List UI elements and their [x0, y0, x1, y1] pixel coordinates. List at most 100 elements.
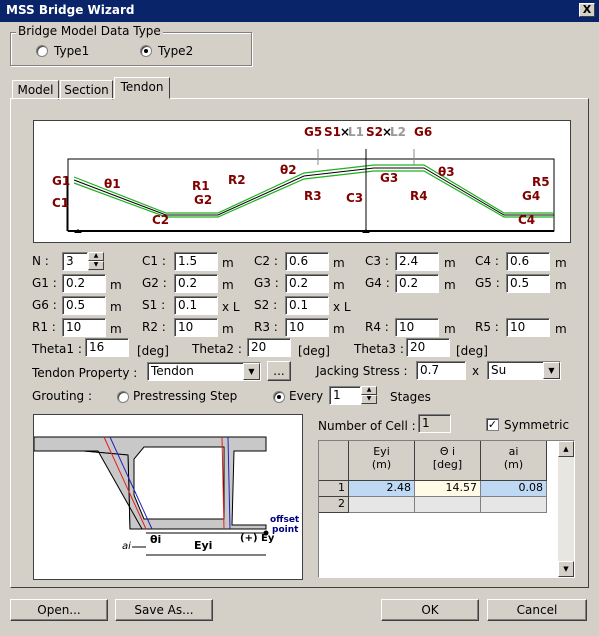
c1-input[interactable]: 1.5 [174, 252, 218, 271]
theta1-field-label: Theta1 : [32, 342, 82, 356]
tendon-profile-diagram: G1 C1 θ1 R1 R2 G2 C2 θ2 R3 C3 G3 R4 θ3 R… [33, 120, 571, 243]
chevron-down-icon[interactable]: ▼ [243, 363, 260, 380]
offset-label: offset [270, 515, 300, 525]
every-radio[interactable] [273, 391, 285, 403]
every-spinner[interactable]: ▲ ▼ [361, 386, 377, 405]
cancel-button[interactable]: Cancel [487, 599, 587, 621]
table-cell[interactable]: 14.57 [415, 481, 481, 497]
c3-field-label: C3 : [365, 254, 389, 268]
l2-label: L2 [390, 125, 406, 139]
theta2-field-label: Theta2 : [192, 342, 242, 356]
scroll-down-icon[interactable]: ▼ [558, 561, 574, 577]
s1-unit: x L [222, 300, 240, 314]
spin-up-icon[interactable]: ▲ [361, 386, 377, 395]
n-label: N : [32, 254, 49, 268]
table-header-theta: Θ i [deg] [415, 441, 481, 481]
c2-unit: m [333, 256, 345, 270]
type1-radio[interactable] [36, 45, 48, 57]
tendon-table[interactable]: Eyi (m) Θ i [deg] ai (m) 1 2.48 14.57 0.08 … [318, 440, 575, 578]
n-spinner[interactable]: ▲ ▼ [88, 252, 104, 271]
r5-label: R5 [532, 175, 550, 189]
g5-field-label: G5 : [475, 276, 500, 290]
table-cell[interactable] [349, 497, 415, 513]
r3-input[interactable]: 10 [285, 318, 329, 337]
number-of-cell-input: 1 [418, 414, 451, 433]
close-icon[interactable]: X [579, 3, 595, 17]
theta2-input[interactable]: 20 [247, 338, 291, 357]
g6-field-label: G6 : [32, 298, 57, 312]
r2-input[interactable]: 10 [174, 318, 218, 337]
save-as-button[interactable]: Save As... [115, 599, 213, 621]
tab-section[interactable]: Section [60, 80, 113, 100]
c2-label: C2 [152, 213, 170, 227]
theta3-unit: [deg] [456, 344, 488, 358]
scroll-up-icon[interactable]: ▲ [558, 441, 574, 457]
tab-model[interactable]: Model [12, 80, 59, 100]
table-cell[interactable] [481, 497, 547, 513]
s2-unit: x L [333, 300, 351, 314]
g4-input[interactable]: 0.2 [395, 274, 439, 293]
section-diagram: ai θi Eyi (+) Ey offset point [33, 414, 303, 580]
g3-input[interactable]: 0.2 [285, 274, 329, 293]
g5-input[interactable]: 0.5 [506, 274, 550, 293]
r4-input[interactable]: 10 [395, 318, 439, 337]
point-label: point [272, 525, 299, 535]
type2-label[interactable]: Type2 [158, 44, 193, 58]
spin-down-icon[interactable]: ▼ [361, 395, 377, 404]
symmetric-label[interactable]: Symmetric [504, 418, 569, 432]
eyi-dim-label: Eyi [194, 539, 213, 552]
jacking-stress-input[interactable]: 0.7 [416, 361, 466, 380]
theta3-input[interactable]: 20 [406, 338, 450, 357]
ok-button[interactable]: OK [381, 599, 479, 621]
table-cell[interactable] [415, 497, 481, 513]
g3-label: G3 [380, 171, 399, 185]
prestressing-step-radio[interactable] [117, 391, 129, 403]
type1-label[interactable]: Type1 [54, 44, 89, 58]
section-svg [33, 436, 269, 556]
tendon-browse-button[interactable]: ... [267, 361, 291, 381]
g2-field-label: G2 : [142, 276, 167, 290]
c3-input[interactable]: 2.4 [395, 252, 439, 271]
theta2-unit: [deg] [298, 344, 330, 358]
g3-unit: m [333, 278, 345, 292]
c4-input[interactable]: 0.6 [506, 252, 550, 271]
theta1-unit: [deg] [137, 344, 169, 358]
s2-label: S2 [366, 125, 383, 139]
table-corner-header [319, 441, 349, 481]
spin-up-icon[interactable]: ▲ [88, 252, 104, 261]
r5-field-label: R5 : [475, 320, 499, 334]
chevron-down-icon[interactable]: ▼ [543, 362, 560, 379]
theta3-field-label: Theta3 : [354, 342, 404, 356]
symmetric-checkbox[interactable]: ✓ [486, 418, 499, 431]
c3-label: C3 [346, 191, 364, 205]
c2-input[interactable]: 0.6 [285, 252, 329, 271]
theta1-label: θ1 [104, 177, 121, 191]
theta1-input[interactable]: 16 [85, 338, 129, 357]
jacking-times: x [472, 364, 480, 378]
spin-down-icon[interactable]: ▼ [88, 261, 104, 270]
n-input[interactable]: 3 [62, 252, 88, 271]
prestressing-step-label[interactable]: Prestressing Step [133, 389, 237, 403]
window-title: MSS Bridge Wizard [6, 3, 135, 17]
s1-input[interactable]: 0.1 [174, 296, 218, 315]
open-button[interactable]: Open... [10, 599, 108, 621]
r2-label: R2 [228, 173, 246, 187]
r5-input[interactable]: 10 [506, 318, 550, 337]
r1-input[interactable]: 10 [62, 318, 106, 337]
g2-input[interactable]: 0.2 [174, 274, 218, 293]
s2-input[interactable]: 0.1 [285, 296, 329, 315]
g6-input[interactable]: 0.5 [62, 296, 106, 315]
every-label[interactable]: Every [289, 389, 323, 403]
table-cell[interactable]: 0.08 [481, 481, 547, 497]
type2-radio[interactable] [140, 45, 152, 57]
plus-ey-label: (+) Ey [240, 533, 275, 544]
g6-unit: m [110, 300, 122, 314]
every-stages-input[interactable]: 1 [329, 386, 361, 405]
tab-tendon[interactable]: Tendon [114, 77, 170, 99]
table-scrollbar[interactable]: ▲ ▼ [558, 441, 574, 577]
tendon-property-label: Tendon Property : [32, 366, 138, 380]
table-cell[interactable]: 2.48 [349, 481, 415, 497]
table-row-number: 2 [319, 497, 349, 513]
g1-input[interactable]: 0.2 [62, 274, 106, 293]
s1-label: S1 [324, 125, 341, 139]
